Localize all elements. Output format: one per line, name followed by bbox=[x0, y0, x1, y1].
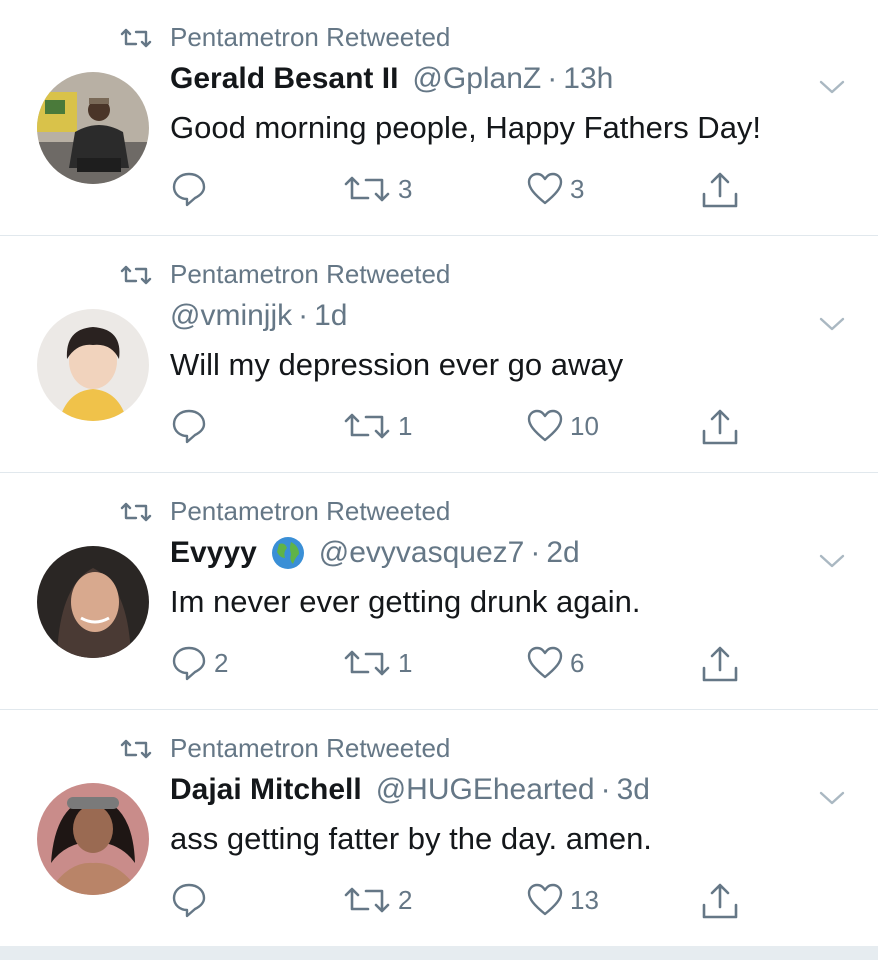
avatar[interactable] bbox=[37, 72, 149, 184]
like-button[interactable]: 10 bbox=[526, 407, 599, 445]
globe-icon bbox=[271, 537, 304, 569]
reply-button[interactable] bbox=[170, 407, 214, 445]
retweet-count: 1 bbox=[398, 647, 413, 678]
retweet-icon bbox=[120, 28, 152, 47]
display-name[interactable]: Dajai Mitchell bbox=[170, 773, 362, 807]
avatar[interactable] bbox=[37, 309, 149, 421]
retweet-count: 3 bbox=[398, 173, 413, 204]
retweet-context: Pentametron Retweeted bbox=[120, 259, 450, 290]
tweet-actions: 3 3 bbox=[170, 170, 750, 214]
share-button[interactable] bbox=[700, 881, 740, 921]
user-handle[interactable]: @vminjjk bbox=[170, 299, 292, 333]
tweet-text: Good morning people, Happy Fathers Day! bbox=[170, 110, 762, 145]
retweet-context: Pentametron Retweeted bbox=[120, 22, 450, 53]
tweet-actions: 2 1 6 bbox=[170, 644, 750, 688]
timestamp[interactable]: 1d bbox=[314, 299, 347, 333]
user-handle[interactable]: @GplanZ bbox=[412, 62, 541, 96]
tweet[interactable]: Pentametron Retweeted @vminjjk · 1d Will… bbox=[0, 237, 878, 473]
reply-button[interactable]: 2 bbox=[170, 644, 228, 682]
share-icon bbox=[702, 409, 738, 445]
share-icon bbox=[702, 172, 738, 208]
retweet-icon bbox=[120, 502, 152, 521]
display-name[interactable]: Gerald Besant II bbox=[170, 62, 398, 96]
reply-icon bbox=[172, 172, 206, 207]
tweet-header: Evyyy @evyvasquez7 · 2d bbox=[170, 536, 580, 570]
like-count: 3 bbox=[570, 173, 585, 204]
heart-icon bbox=[527, 172, 563, 205]
reply-button[interactable] bbox=[170, 881, 214, 919]
reply-icon bbox=[172, 646, 206, 681]
like-button[interactable]: 6 bbox=[526, 644, 584, 682]
heart-icon bbox=[527, 646, 563, 679]
reply-button[interactable] bbox=[170, 170, 214, 208]
like-count: 10 bbox=[570, 410, 599, 441]
share-button[interactable] bbox=[700, 407, 740, 447]
tweet-header: Gerald Besant II @GplanZ · 13h bbox=[170, 62, 613, 96]
like-count: 13 bbox=[570, 884, 599, 915]
separator-dot: · bbox=[530, 536, 541, 569]
retweet-context: Pentametron Retweeted bbox=[120, 733, 450, 764]
tweet[interactable]: Pentametron Retweeted Dajai Mitchell @HU… bbox=[0, 711, 878, 947]
heart-icon bbox=[527, 883, 563, 916]
reply-count: 2 bbox=[214, 647, 229, 678]
tweet-actions: 2 13 bbox=[170, 881, 750, 925]
tweet-text: Im never ever getting drunk again. bbox=[170, 584, 641, 619]
share-icon bbox=[702, 646, 738, 682]
timestamp[interactable]: 3d bbox=[617, 773, 650, 807]
separator-dot: · bbox=[600, 773, 611, 806]
retweeted-by-label: Pentametron Retweeted bbox=[170, 22, 451, 52]
retweet-icon bbox=[344, 887, 390, 913]
avatar[interactable] bbox=[37, 783, 149, 895]
heart-icon bbox=[527, 409, 563, 442]
chevron-down-icon[interactable] bbox=[818, 552, 846, 570]
timestamp[interactable]: 13h bbox=[563, 62, 613, 96]
chevron-down-icon[interactable] bbox=[818, 78, 846, 96]
tweet-header: Dajai Mitchell @HUGEhearted · 3d bbox=[170, 773, 650, 807]
chevron-down-icon[interactable] bbox=[818, 789, 846, 807]
tweet-text: ass getting fatter by the day. amen. bbox=[170, 821, 652, 856]
timestamp[interactable]: 2d bbox=[546, 536, 579, 570]
retweet-icon bbox=[120, 265, 152, 284]
share-button[interactable] bbox=[700, 170, 740, 210]
tweet-actions: 1 10 bbox=[170, 407, 750, 451]
retweet-icon bbox=[344, 176, 390, 202]
avatar[interactable] bbox=[37, 546, 149, 658]
tweet[interactable]: Pentametron Retweeted Gerald Besant II @… bbox=[0, 0, 878, 236]
retweet-icon bbox=[344, 650, 390, 676]
reply-icon bbox=[172, 883, 206, 918]
display-name[interactable]: Evyyy bbox=[170, 536, 257, 570]
tweet-header: @vminjjk · 1d bbox=[170, 299, 348, 333]
separator-dot: · bbox=[547, 62, 558, 95]
separator-dot: · bbox=[298, 299, 309, 332]
retweet-button[interactable]: 2 bbox=[342, 881, 412, 919]
retweet-context: Pentametron Retweeted bbox=[120, 496, 450, 527]
like-count: 6 bbox=[570, 647, 585, 678]
retweet-button[interactable]: 3 bbox=[342, 170, 412, 208]
retweeted-by-label: Pentametron Retweeted bbox=[170, 259, 451, 289]
retweeted-by-label: Pentametron Retweeted bbox=[170, 496, 451, 526]
user-handle[interactable]: @evyvasquez7 bbox=[319, 536, 525, 570]
reply-icon bbox=[172, 409, 206, 444]
chevron-down-icon[interactable] bbox=[818, 315, 846, 333]
timeline-bottom-divider bbox=[0, 946, 878, 960]
retweet-button[interactable]: 1 bbox=[342, 644, 412, 682]
share-button[interactable] bbox=[700, 644, 740, 684]
retweeted-by-label: Pentametron Retweeted bbox=[170, 733, 451, 763]
tweet-text: Will my depression ever go away bbox=[170, 347, 624, 382]
retweet-count: 2 bbox=[398, 884, 413, 915]
retweet-icon bbox=[344, 413, 390, 439]
like-button[interactable]: 13 bbox=[526, 881, 599, 919]
tweet[interactable]: Pentametron Retweeted Evyyy @evyvasquez7… bbox=[0, 474, 878, 710]
like-button[interactable]: 3 bbox=[526, 170, 584, 208]
retweet-count: 1 bbox=[398, 410, 413, 441]
retweet-icon bbox=[120, 739, 152, 758]
share-icon bbox=[702, 883, 738, 919]
retweet-button[interactable]: 1 bbox=[342, 407, 412, 445]
user-handle[interactable]: @HUGEhearted bbox=[376, 773, 595, 807]
